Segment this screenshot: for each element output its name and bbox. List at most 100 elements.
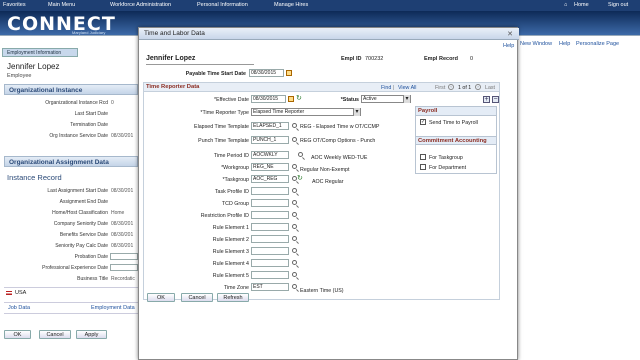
lookup-icon[interactable] bbox=[292, 164, 297, 169]
job-data-link[interactable]: Job Data bbox=[8, 305, 30, 311]
field-desc: REG - Elapsed Time w OT/CCMP bbox=[300, 124, 380, 130]
refresh-icon[interactable]: ↻ bbox=[297, 174, 303, 182]
modal-help-link[interactable]: Help bbox=[503, 43, 514, 49]
nav-workforce[interactable]: Workforce Administration bbox=[110, 2, 171, 8]
calendar-icon[interactable] bbox=[288, 96, 294, 102]
field-input[interactable]: AOCWKLY bbox=[251, 151, 289, 159]
field-label: Time Zone bbox=[223, 285, 249, 291]
close-icon[interactable]: ✕ bbox=[507, 30, 513, 38]
refresh-icon[interactable]: ↻ bbox=[296, 94, 302, 102]
for-taskgroup-checkbox[interactable] bbox=[420, 154, 426, 160]
ok-button-bg[interactable]: OK bbox=[4, 330, 31, 339]
probation-date-input[interactable] bbox=[110, 253, 138, 260]
record-range: 1 of 1 bbox=[458, 85, 472, 91]
field-input[interactable]: PUNCH_1 bbox=[251, 136, 289, 144]
empl-record-label: Empl Record bbox=[424, 56, 458, 62]
org-row-value: 08/30/201 bbox=[111, 133, 134, 139]
nav-home[interactable]: Home bbox=[574, 2, 589, 8]
effective-date-input[interactable]: 08/30/2015 bbox=[251, 95, 286, 103]
lookup-icon[interactable] bbox=[292, 248, 297, 253]
home-icon[interactable]: ⌂ bbox=[564, 2, 567, 8]
field-label: *Workgroup bbox=[221, 165, 249, 171]
field-input[interactable]: EST bbox=[251, 283, 289, 291]
field-input[interactable]: ELAPSED_1 bbox=[251, 122, 289, 130]
field-input[interactable] bbox=[251, 247, 289, 255]
time-reporter-type-select[interactable]: Elapsed Time Reporter bbox=[251, 108, 361, 116]
apply-button-bg[interactable]: Apply bbox=[76, 330, 107, 339]
field-input[interactable] bbox=[251, 223, 289, 231]
view-all-link[interactable]: View All bbox=[398, 85, 416, 91]
ok-button[interactable]: OK bbox=[147, 293, 175, 302]
field-label: Time Period ID bbox=[213, 153, 249, 159]
add-row-icon[interactable]: + bbox=[483, 96, 490, 103]
first-label[interactable]: First bbox=[435, 85, 445, 91]
field-input[interactable]: AOC_REG bbox=[251, 175, 289, 183]
cancel-button-bg[interactable]: Cancel bbox=[39, 330, 71, 339]
org-row-value: 0 bbox=[111, 100, 114, 106]
lookup-icon[interactable] bbox=[292, 284, 297, 289]
nav-main-menu[interactable]: Main Menu bbox=[48, 2, 75, 8]
brand-subtitle: Maryland Judiciary bbox=[72, 30, 106, 35]
for-department-checkbox[interactable] bbox=[420, 164, 426, 170]
nav-manage-hires[interactable]: Manage Hires bbox=[274, 2, 308, 8]
tab-employment-info[interactable]: Employment Information bbox=[2, 48, 78, 57]
field-input[interactable]: REG_NE bbox=[251, 163, 289, 171]
field-input[interactable] bbox=[251, 211, 289, 219]
last-label[interactable]: Last bbox=[485, 85, 495, 91]
org-assignment-header: Organizational Assignment Data bbox=[4, 156, 138, 167]
lookup-icon[interactable] bbox=[292, 137, 297, 142]
lookup-icon[interactable] bbox=[292, 188, 297, 193]
time-labor-modal: Time and Labor Data ✕ Help Jennifer Lope… bbox=[138, 27, 519, 360]
nav-personal[interactable]: Personal Information bbox=[197, 2, 248, 8]
field-label: *Taskgroup bbox=[222, 177, 250, 183]
personalize-link[interactable]: Personalize Page bbox=[576, 41, 619, 47]
lookup-icon[interactable] bbox=[292, 236, 297, 241]
field-input[interactable] bbox=[251, 259, 289, 267]
inst-row-label: Probation Date bbox=[74, 254, 108, 260]
lookup-icon[interactable] bbox=[292, 212, 297, 217]
empl-id-label: Empl ID bbox=[341, 56, 362, 62]
field-label: Task Profile ID bbox=[214, 189, 249, 195]
payable-start-input[interactable]: 08/30/2015 bbox=[249, 69, 284, 77]
lookup-icon[interactable] bbox=[292, 123, 297, 128]
prev-arrow-icon[interactable]: ‹ bbox=[448, 84, 454, 90]
prof-exp-date-input[interactable] bbox=[110, 264, 138, 271]
section-title: Time Reporter Data bbox=[146, 84, 200, 90]
lookup-icon[interactable] bbox=[298, 152, 303, 157]
find-link[interactable]: Find bbox=[381, 85, 391, 91]
employment-data-link[interactable]: Employment Data bbox=[91, 305, 135, 311]
field-input[interactable] bbox=[251, 271, 289, 279]
field-label: Restriction Profile ID bbox=[200, 213, 249, 219]
refresh-button[interactable]: Refresh bbox=[217, 293, 249, 302]
nav-signout[interactable]: Sign out bbox=[608, 2, 628, 8]
delete-row-icon[interactable]: − bbox=[492, 96, 499, 103]
for-taskgroup-label: For Taskgroup bbox=[429, 155, 463, 161]
field-desc: AOC Regular bbox=[312, 179, 344, 185]
field-label: Rule Element 4 bbox=[212, 261, 249, 267]
field-label: Rule Element 2 bbox=[212, 237, 249, 243]
field-input[interactable] bbox=[251, 187, 289, 195]
cancel-button[interactable]: Cancel bbox=[181, 293, 213, 302]
lookup-icon[interactable] bbox=[292, 272, 297, 277]
inst-row-label: Assignment End Date bbox=[59, 199, 108, 205]
lookup-icon[interactable] bbox=[292, 224, 297, 229]
send-payroll-checkbox[interactable]: ✓ bbox=[420, 119, 426, 125]
lookup-icon[interactable] bbox=[292, 200, 297, 205]
inst-row-value: Home bbox=[111, 210, 125, 216]
inst-row-label: Professional Experience Date bbox=[42, 265, 108, 271]
nav-favorites[interactable]: Favorites bbox=[3, 2, 26, 8]
name-underline bbox=[146, 64, 254, 65]
status-select[interactable]: Active bbox=[361, 95, 411, 103]
field-input[interactable] bbox=[251, 235, 289, 243]
org-row-label: Org Instance Service Date bbox=[49, 133, 108, 139]
send-payroll-label: Send Time to Payroll bbox=[429, 120, 478, 126]
calendar-icon[interactable] bbox=[286, 70, 292, 76]
field-input[interactable] bbox=[251, 199, 289, 207]
inst-row-label: Seniority Pay Calc Date bbox=[55, 243, 108, 249]
new-window-link[interactable]: New Window bbox=[520, 41, 552, 47]
org-row-label: Last Start Date bbox=[74, 111, 108, 117]
next-arrow-icon[interactable]: › bbox=[475, 84, 481, 90]
field-desc: Eastern Time (US) bbox=[300, 288, 344, 294]
lookup-icon[interactable] bbox=[292, 260, 297, 265]
help-link-bg[interactable]: Help bbox=[559, 41, 570, 47]
